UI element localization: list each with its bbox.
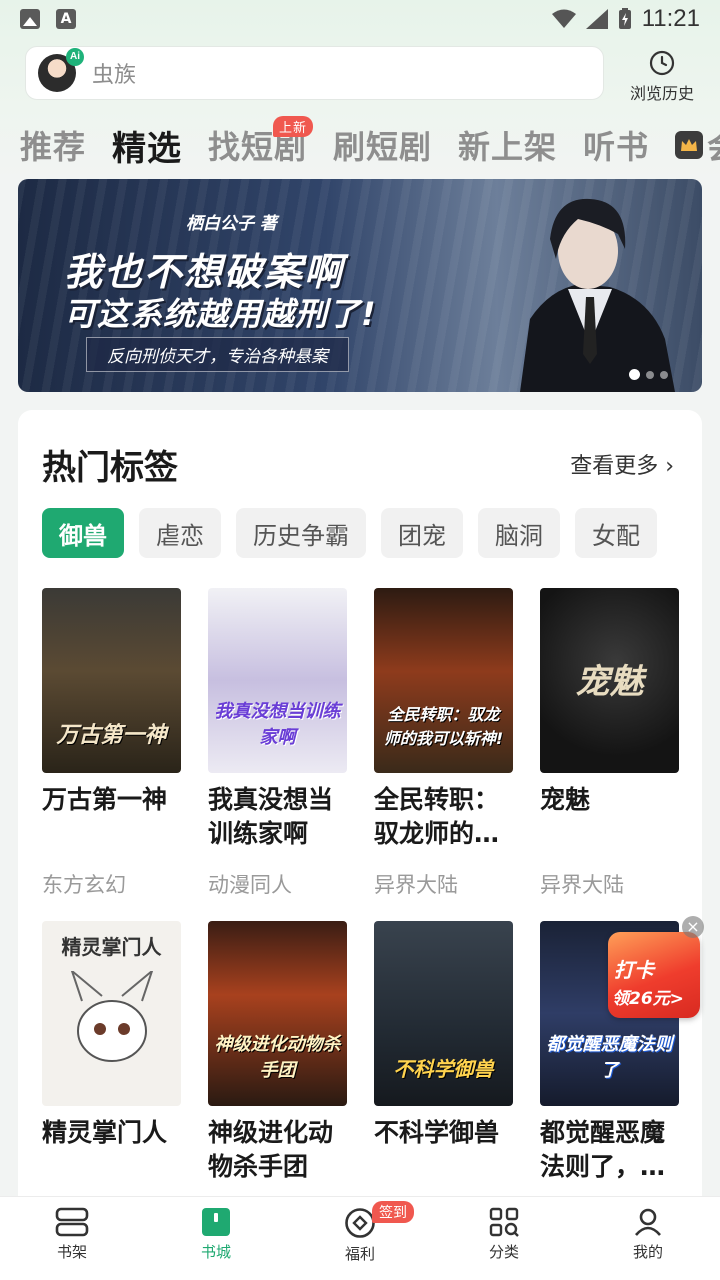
- bottom-navigation: 书架 书城 福利 签到 分类 我的: [0, 1196, 720, 1280]
- history-button[interactable]: 浏览历史: [622, 50, 702, 104]
- promo-envelope: 打卡 领26元>: [608, 932, 700, 1018]
- banner-author: 栖白公子 著: [186, 214, 277, 234]
- new-badge: 上新: [273, 116, 314, 137]
- book-cover: 精灵掌门人: [42, 921, 181, 1106]
- book-genre: 动漫同人: [208, 873, 292, 897]
- see-more-link[interactable]: 查看更多 ›: [570, 448, 674, 480]
- book-title: 我真没想当训练家啊: [208, 785, 334, 848]
- book-cover: 宠魅: [540, 588, 679, 773]
- tag-chip[interactable]: 女配: [575, 508, 657, 558]
- tag-chip[interactable]: 虐恋: [139, 508, 221, 558]
- chevron-right-icon: ›: [658, 454, 674, 479]
- history-label: 浏览历史: [629, 84, 694, 103]
- tag-chip[interactable]: 历史争霸: [236, 508, 366, 558]
- promo-line2: 领26元>: [612, 989, 684, 1009]
- book-card[interactable]: 神级进化动物杀手团 神级进化动物杀手团: [208, 921, 348, 1184]
- book-card[interactable]: 宠魅 宠魅 异界大陆: [540, 588, 680, 899]
- search-input[interactable]: Ai 虫族: [25, 46, 604, 100]
- checkin-promo[interactable]: 打卡 领26元> ×: [606, 912, 706, 1022]
- book-card[interactable]: 我真没想当训练家啊 我真没想当训练家啊 动漫同人: [208, 588, 348, 899]
- tab-watch-short-drama[interactable]: 刷短剧: [333, 122, 432, 168]
- section-title: 热门标签: [42, 448, 178, 488]
- profile-icon: [635, 1208, 661, 1236]
- pagination-dot: [646, 370, 654, 379]
- tag-list: 御兽 虐恋 历史争霸 团宠 脑洞 女配: [42, 508, 657, 558]
- gallery-notification-icon: [20, 9, 40, 29]
- book-genre: 异界大陆: [540, 873, 624, 897]
- tab-vip[interactable]: 会: [675, 122, 720, 168]
- clock-icon: [649, 50, 675, 76]
- tag-chip[interactable]: 御兽: [42, 508, 124, 558]
- status-time: 11:21: [641, 5, 700, 32]
- book-cover: 万古第一神: [42, 588, 181, 773]
- promo-line1: 打卡: [614, 958, 654, 982]
- promo-banner[interactable]: 栖白公子 著 我也不想破案啊 可这系统越用越刑了! 反向刑侦天才，专治各种悬案: [18, 179, 702, 392]
- banner-subtitle: 反向刑侦天才，专治各种悬案: [86, 337, 349, 372]
- nav-profile[interactable]: 我的: [576, 1197, 720, 1280]
- close-icon[interactable]: ×: [682, 916, 704, 938]
- banner-character-illustration: [520, 198, 675, 392]
- bookshelf-icon: [55, 1207, 89, 1237]
- book-title: 精灵掌门人: [42, 1118, 168, 1147]
- book-genre: 异界大陆: [374, 873, 458, 897]
- font-notification-icon: A: [56, 9, 76, 29]
- pagination-dot: [660, 370, 668, 379]
- banner-title-line1: 我也不想破案啊: [64, 250, 345, 294]
- tag-chip[interactable]: 脑洞: [478, 508, 560, 558]
- book-title: 全民转职：驭龙师的…: [374, 785, 500, 848]
- cover-illustration: [70, 971, 154, 1062]
- book-title: 不科学御兽: [374, 1118, 500, 1147]
- wifi-icon: [551, 9, 576, 28]
- nav-bookstore[interactable]: 书城: [144, 1197, 288, 1280]
- search-placeholder: 虫族: [92, 63, 137, 88]
- ai-avatar[interactable]: Ai: [38, 48, 84, 92]
- category-tabs: 推荐 精选 找短剧上新 刷短剧 新上架 听书 会: [20, 116, 720, 172]
- tab-recommend[interactable]: 推荐: [20, 122, 86, 168]
- tag-chip[interactable]: 团宠: [381, 508, 463, 558]
- signal-icon: [585, 9, 608, 29]
- nav-welfare[interactable]: 福利 签到: [288, 1197, 432, 1280]
- book-genre: 东方玄幻: [42, 873, 126, 897]
- book-cover: 全民转职：驭龙师的我可以斩神!: [374, 588, 513, 773]
- hot-tags-section: 热门标签 查看更多 › 御兽 虐恋 历史争霸 团宠 脑洞 女配 万古第一神 万古…: [18, 410, 702, 1210]
- tab-audiobooks[interactable]: 听书: [583, 122, 649, 168]
- battery-icon: [618, 8, 631, 29]
- nav-bookshelf[interactable]: 书架: [0, 1197, 144, 1280]
- checkin-badge: 签到: [372, 1201, 414, 1223]
- ai-badge: Ai: [66, 48, 84, 66]
- nav-category[interactable]: 分类: [432, 1197, 576, 1280]
- banner-title-line2: 可这系统越用越刑了!: [64, 295, 377, 333]
- book-card[interactable]: 不科学御兽 不科学御兽: [374, 921, 514, 1184]
- book-card[interactable]: 精灵掌门人 精灵掌门人: [42, 921, 182, 1184]
- banner-pagination: [629, 369, 668, 380]
- tab-find-short-drama[interactable]: 找短剧 上新: [208, 116, 314, 168]
- book-cover: 神级进化动物杀手团: [208, 921, 347, 1106]
- bookstore-icon: [202, 1208, 230, 1236]
- book-title: 神级进化动物杀手团: [208, 1118, 334, 1181]
- book-title: 都觉醒恶魔法则了，…: [540, 1118, 666, 1181]
- book-card[interactable]: 全民转职：驭龙师的我可以斩神! 全民转职：驭龙师的… 异界大陆: [374, 588, 514, 899]
- status-bar: A 11:21: [0, 0, 720, 38]
- book-cover: 我真没想当训练家啊: [208, 588, 347, 773]
- tab-featured[interactable]: 精选: [112, 121, 182, 170]
- category-icon: [489, 1207, 519, 1237]
- pagination-dot: [629, 369, 640, 380]
- book-title: 宠魅: [540, 785, 591, 814]
- book-cover: 不科学御兽: [374, 921, 513, 1106]
- book-card[interactable]: 万古第一神 万古第一神 东方玄幻: [42, 588, 182, 899]
- tab-new-arrivals[interactable]: 新上架: [458, 122, 557, 168]
- crown-icon: [675, 131, 704, 159]
- book-title: 万古第一神: [42, 785, 168, 814]
